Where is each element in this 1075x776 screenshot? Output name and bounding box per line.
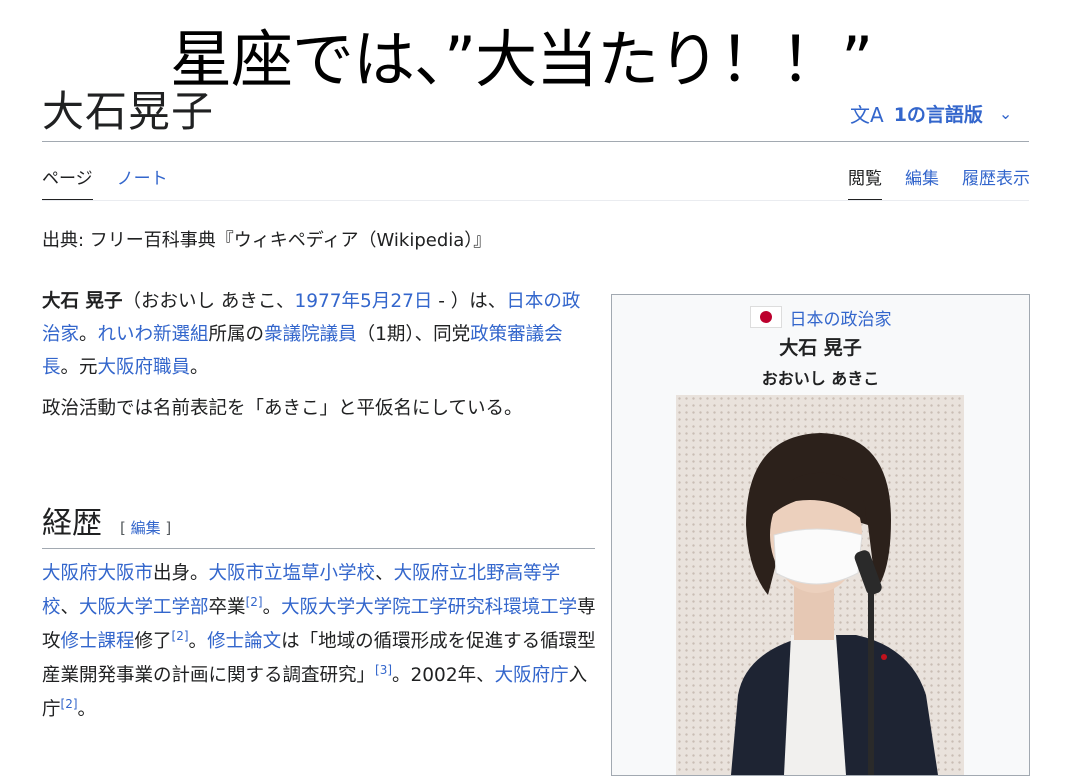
source-line: 出典: フリー百科事典『ウィキペディア（Wikipedia）』 (42, 230, 492, 251)
elementary-school-link[interactable]: 大阪市立塩草小学校 (209, 563, 376, 584)
infobox-role-link[interactable]: 日本の政治家 (790, 310, 892, 330)
view-tabs: 閲覧 編集 履歴表示 (848, 164, 1030, 201)
bracket: [ (120, 519, 131, 537)
birthdate-link[interactable]: 1977年5月27日 (294, 291, 432, 312)
house-link[interactable]: 衆議院議員 (264, 324, 357, 345)
tab-page[interactable]: ページ (42, 164, 93, 201)
text: 卒業 (208, 597, 246, 618)
section-edit: [ 編集 ] (120, 517, 171, 538)
bracket: ] (160, 519, 172, 537)
tab-read[interactable]: 閲覧 (848, 164, 882, 201)
namespace-tabs: ページ ノート (42, 164, 168, 201)
section-edit-link[interactable]: 編集 (131, 519, 161, 537)
text: 所属の (208, 324, 265, 345)
thesis-link[interactable]: 修士論文 (207, 631, 281, 652)
language-label: 1の言語版 (893, 103, 983, 126)
section-title: 経歴 (42, 506, 102, 541)
masters-course-link[interactable]: 修士課程 (61, 631, 135, 652)
infobox-name: 大石 晃子 (779, 337, 862, 359)
infobox-reading: おおいし あきこ (761, 369, 880, 388)
text: 。元 (60, 357, 98, 378)
infobox-role: 日本の政治家 (612, 305, 1029, 330)
translate-icon: 文A (850, 102, 884, 127)
osaka-staff-link[interactable]: 大阪府職員 (98, 357, 191, 378)
text: 出身。 (153, 563, 209, 584)
text: 。 (79, 324, 98, 345)
text: 、 (375, 563, 394, 584)
reference-link[interactable]: [2] (246, 595, 263, 609)
text: 。2002年、 (392, 665, 495, 686)
text: 。 (262, 597, 282, 618)
portrait-image[interactable] (676, 395, 964, 775)
osaka-city-link[interactable]: 大阪市 (98, 563, 154, 584)
osaka-pref-link[interactable]: 大阪府 (42, 563, 98, 584)
text: - ）は、 (432, 291, 507, 312)
tab-history[interactable]: 履歴表示 (962, 164, 1030, 201)
text: 修了 (134, 631, 172, 652)
reference-link[interactable]: [3] (375, 663, 392, 677)
overlay-caption: 星座では、”大当たり！！” (170, 23, 873, 96)
infobox: 日本の政治家 大石 晃子 おおいし あきこ (611, 294, 1030, 776)
page-title: 大石晃子 (42, 87, 215, 136)
tab-talk[interactable]: ノート (117, 164, 168, 201)
chevron-down-icon: ⌄ (998, 103, 1013, 123)
text: 。 (188, 631, 208, 652)
text: 、 (60, 597, 80, 618)
portrait-illustration (731, 433, 938, 775)
graduate-school-link[interactable]: 大阪大学大学院工学研究科環境工学 (281, 597, 577, 618)
japan-flag-icon (749, 306, 782, 328)
section-heading: 経歴 [ 編集 ] (42, 498, 595, 549)
tabs-divider (42, 200, 1029, 201)
reference-link[interactable]: [2] (61, 697, 78, 711)
subject-name: 大石 晃子 (42, 291, 123, 312)
lead-paragraph: 大石 晃子（おおいし あきこ、1977年5月27日 - ）は、日本の政治家。れい… (42, 285, 597, 384)
title-divider (42, 141, 1029, 142)
lead-section: 大石 晃子（おおいし あきこ、1977年5月27日 - ）は、日本の政治家。れい… (42, 285, 597, 433)
text: （1期）、同党 (356, 324, 471, 345)
career-paragraph: 大阪府大阪市出身。大阪市立塩草小学校、大阪府立北野高等学校、大阪大学工学部卒業[… (42, 557, 597, 727)
party-link[interactable]: れいわ新選組 (98, 324, 209, 345)
prefectural-office-link[interactable]: 大阪府庁 (495, 665, 569, 686)
lead-paragraph-2: 政治活動では名前表記を「あきこ」と平仮名にしている。 (42, 398, 523, 419)
reference-link[interactable]: [2] (172, 629, 189, 643)
tab-edit[interactable]: 編集 (905, 164, 939, 201)
language-button[interactable]: 文A 1の言語版 ⌄ (850, 98, 1012, 128)
university-link[interactable]: 大阪大学工学部 (79, 597, 209, 618)
text: （おおいし あきこ、 (122, 291, 295, 312)
text: 。 (190, 357, 209, 378)
text: 。 (77, 699, 97, 720)
